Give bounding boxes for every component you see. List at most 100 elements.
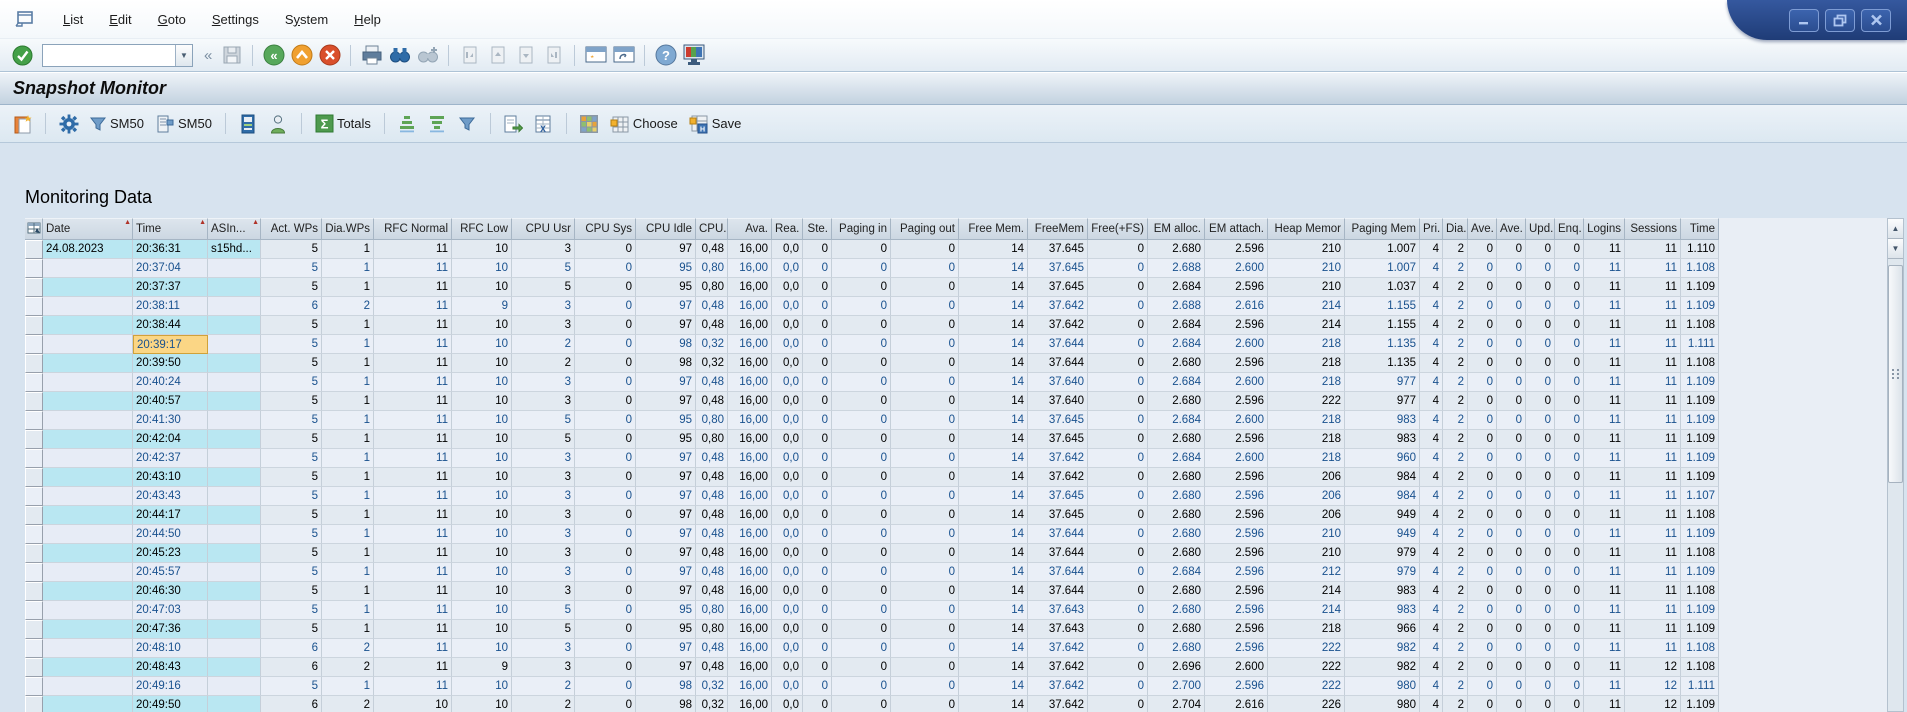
cell-cpu_sys[interactable]: 0 bbox=[575, 696, 636, 712]
cell-dia[interactable]: 2 bbox=[1443, 449, 1468, 468]
instance-button[interactable] bbox=[236, 111, 261, 136]
cell-cpu[interactable]: 0,48 bbox=[696, 316, 728, 335]
cell-dia[interactable]: 2 bbox=[1443, 468, 1468, 487]
cell-rea[interactable]: 0,0 bbox=[772, 563, 803, 582]
cell-ste[interactable]: 0 bbox=[803, 506, 832, 525]
cell-as_instance[interactable] bbox=[208, 639, 261, 658]
cell-act_wps[interactable]: 5 bbox=[261, 278, 322, 297]
cell-heap_memory[interactable]: 218 bbox=[1268, 449, 1345, 468]
cell-paging_in[interactable]: 0 bbox=[832, 563, 891, 582]
cell-pri[interactable]: 4 bbox=[1420, 278, 1443, 297]
cell-cpu_sys[interactable]: 0 bbox=[575, 373, 636, 392]
cell-paging_in[interactable]: 0 bbox=[832, 639, 891, 658]
cell-free_fs[interactable]: 0 bbox=[1088, 335, 1148, 354]
cell-free_fs[interactable]: 0 bbox=[1088, 468, 1148, 487]
cell-pri[interactable]: 4 bbox=[1420, 582, 1443, 601]
cell-cpu[interactable]: 0,32 bbox=[696, 335, 728, 354]
cell-heap_memory[interactable]: 222 bbox=[1268, 639, 1345, 658]
cell-cpu_idle[interactable]: 98 bbox=[636, 677, 696, 696]
cell-paging_out[interactable]: 0 bbox=[891, 544, 959, 563]
cell-date[interactable]: 24.08.2023 bbox=[43, 240, 133, 259]
cell-free_mem[interactable]: 14 bbox=[959, 468, 1028, 487]
cell-act_wps[interactable]: 5 bbox=[261, 411, 322, 430]
menu-goto[interactable]: Goto bbox=[145, 9, 199, 30]
cell-paging_mem[interactable]: 982 bbox=[1345, 639, 1420, 658]
cell-ave2[interactable]: 0 bbox=[1497, 411, 1526, 430]
cell-time2[interactable]: 1.110 bbox=[1681, 240, 1719, 259]
cell-time[interactable]: 20:39:17 bbox=[133, 335, 208, 354]
cell-em_attach[interactable]: 2.616 bbox=[1205, 696, 1268, 712]
cell-cpu_sys[interactable]: 0 bbox=[575, 449, 636, 468]
cell-date[interactable] bbox=[43, 620, 133, 639]
cell-freemem[interactable]: 37.644 bbox=[1028, 335, 1088, 354]
cell-time[interactable]: 20:41:30 bbox=[133, 411, 208, 430]
cell-time[interactable]: 20:44:50 bbox=[133, 525, 208, 544]
cell-em_alloc[interactable]: 2.684 bbox=[1148, 278, 1205, 297]
cell-cpu[interactable]: 0,32 bbox=[696, 354, 728, 373]
cell-cpu_idle[interactable]: 95 bbox=[636, 259, 696, 278]
cell-dia_wps[interactable]: 2 bbox=[322, 297, 374, 316]
row-selector[interactable] bbox=[25, 392, 43, 411]
cell-paging_out[interactable]: 0 bbox=[891, 582, 959, 601]
cell-upd[interactable]: 0 bbox=[1526, 601, 1555, 620]
row-selector[interactable] bbox=[25, 468, 43, 487]
cell-enq[interactable]: 0 bbox=[1555, 544, 1584, 563]
cell-time2[interactable]: 1.109 bbox=[1681, 525, 1719, 544]
cell-rfc_low[interactable]: 10 bbox=[452, 525, 512, 544]
cell-logins[interactable]: 11 bbox=[1584, 525, 1625, 544]
cell-em_attach[interactable]: 2.596 bbox=[1205, 677, 1268, 696]
cell-free_mem[interactable]: 14 bbox=[959, 658, 1028, 677]
cell-logins[interactable]: 11 bbox=[1584, 354, 1625, 373]
cell-date[interactable] bbox=[43, 487, 133, 506]
cell-dia_wps[interactable]: 1 bbox=[322, 563, 374, 582]
scroll-down-button[interactable]: ▼ bbox=[1888, 239, 1903, 259]
cell-paging_in[interactable]: 0 bbox=[832, 601, 891, 620]
cell-logins[interactable]: 11 bbox=[1584, 430, 1625, 449]
column-header-dia_wps[interactable]: Dia.WPs bbox=[322, 218, 374, 240]
cell-freemem[interactable]: 37.640 bbox=[1028, 392, 1088, 411]
cell-dia_wps[interactable]: 1 bbox=[322, 449, 374, 468]
cell-freemem[interactable]: 37.640 bbox=[1028, 373, 1088, 392]
cell-sessions[interactable]: 11 bbox=[1625, 411, 1681, 430]
row-selector[interactable] bbox=[25, 354, 43, 373]
cell-cpu_sys[interactable]: 0 bbox=[575, 354, 636, 373]
cell-freemem[interactable]: 37.645 bbox=[1028, 487, 1088, 506]
cell-rea[interactable]: 0,0 bbox=[772, 601, 803, 620]
cell-cpu[interactable]: 0,32 bbox=[696, 677, 728, 696]
cell-as_instance[interactable] bbox=[208, 297, 261, 316]
cell-cpu[interactable]: 0,80 bbox=[696, 601, 728, 620]
cell-ave2[interactable]: 0 bbox=[1497, 354, 1526, 373]
cell-free_fs[interactable]: 0 bbox=[1088, 297, 1148, 316]
cell-time2[interactable]: 1.108 bbox=[1681, 658, 1719, 677]
cell-free_mem[interactable]: 14 bbox=[959, 335, 1028, 354]
cell-cpu_sys[interactable]: 0 bbox=[575, 620, 636, 639]
cell-paging_mem[interactable]: 1.135 bbox=[1345, 354, 1420, 373]
cell-time[interactable]: 20:40:57 bbox=[133, 392, 208, 411]
cell-as_instance[interactable] bbox=[208, 335, 261, 354]
row-selector[interactable] bbox=[25, 620, 43, 639]
cell-enq[interactable]: 0 bbox=[1555, 658, 1584, 677]
menu-system[interactable]: System bbox=[272, 9, 341, 30]
cell-as_instance[interactable] bbox=[208, 316, 261, 335]
cell-free_mem[interactable]: 14 bbox=[959, 316, 1028, 335]
cell-upd[interactable]: 0 bbox=[1526, 354, 1555, 373]
cell-time2[interactable]: 1.109 bbox=[1681, 696, 1719, 712]
cell-ave1[interactable]: 0 bbox=[1468, 487, 1497, 506]
cell-time2[interactable]: 1.109 bbox=[1681, 278, 1719, 297]
cell-em_alloc[interactable]: 2.680 bbox=[1148, 582, 1205, 601]
cell-cpu_sys[interactable]: 0 bbox=[575, 487, 636, 506]
cell-cpu_usr[interactable]: 5 bbox=[512, 278, 575, 297]
cell-enq[interactable]: 0 bbox=[1555, 677, 1584, 696]
cell-free_mem[interactable]: 14 bbox=[959, 278, 1028, 297]
cell-logins[interactable]: 11 bbox=[1584, 601, 1625, 620]
cell-ave2[interactable]: 0 bbox=[1497, 563, 1526, 582]
menu-edit[interactable]: Edit bbox=[96, 9, 144, 30]
cell-paging_out[interactable]: 0 bbox=[891, 297, 959, 316]
cell-dia_wps[interactable]: 1 bbox=[322, 468, 374, 487]
cell-upd[interactable]: 0 bbox=[1526, 677, 1555, 696]
cell-ste[interactable]: 0 bbox=[803, 411, 832, 430]
cell-act_wps[interactable]: 5 bbox=[261, 677, 322, 696]
cell-paging_in[interactable]: 0 bbox=[832, 677, 891, 696]
row-selector[interactable] bbox=[25, 525, 43, 544]
cell-heap_memory[interactable]: 218 bbox=[1268, 430, 1345, 449]
